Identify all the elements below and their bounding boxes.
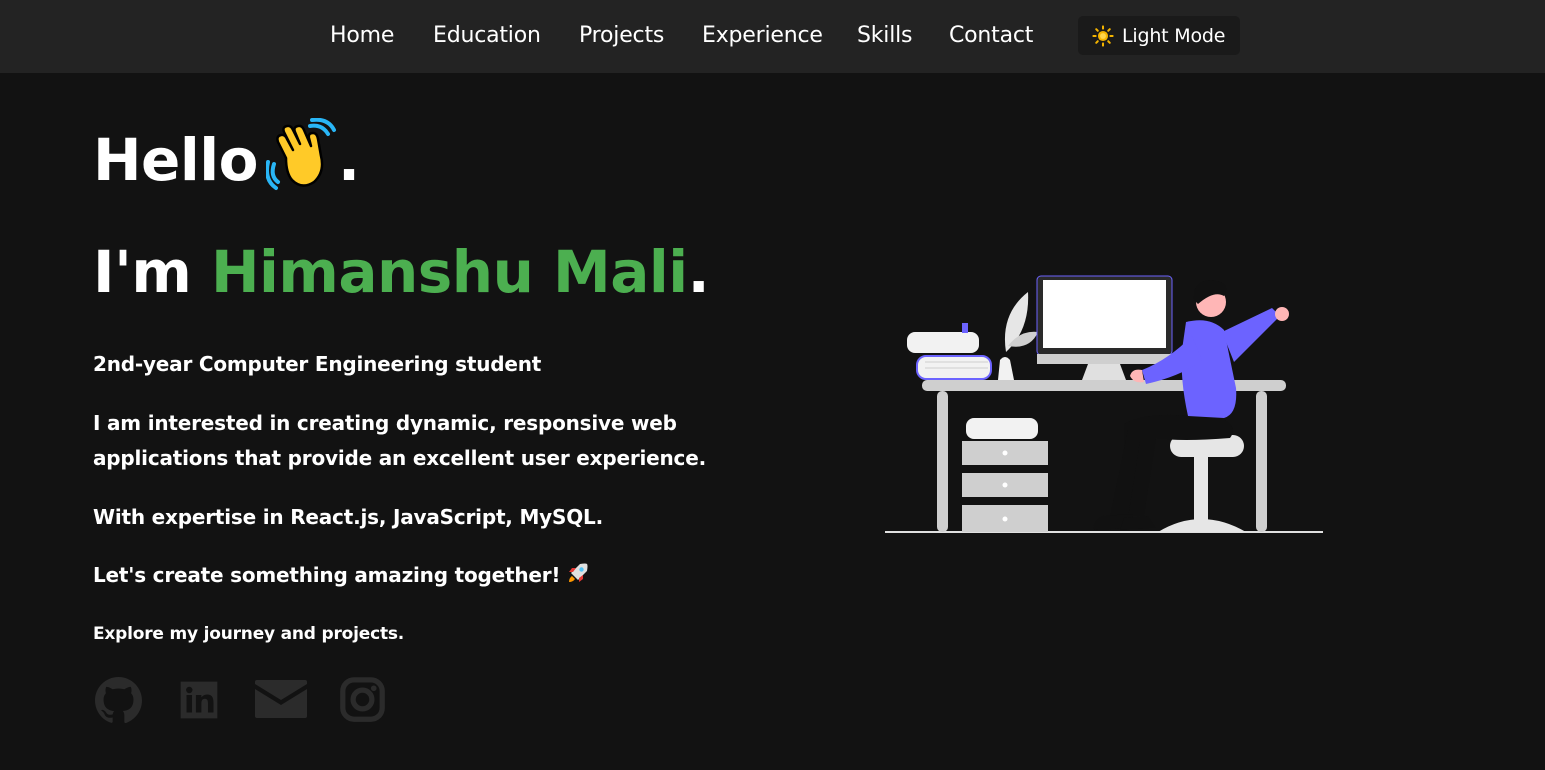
- theme-toggle-button[interactable]: Light Mode: [1078, 16, 1240, 55]
- book-top: [907, 332, 979, 353]
- email-link[interactable]: [255, 680, 307, 718]
- rocket-icon: [569, 563, 588, 582]
- about-line-4: Let's create something amazing together!: [93, 558, 733, 593]
- about-line-3: With expertise in React.js, JavaScript, …: [93, 505, 603, 529]
- greeting-period: .: [338, 126, 360, 194]
- instagram-icon: [340, 677, 385, 722]
- instagram-link[interactable]: [340, 677, 385, 722]
- about-line-1: 2nd-year Computer Engineering student: [93, 352, 542, 376]
- explore-text: Explore my journey and projects.: [93, 624, 405, 644]
- nav-projects-link[interactable]: Projects: [579, 21, 664, 51]
- linkedin-icon: [180, 681, 218, 719]
- person-legs: [1124, 414, 1234, 516]
- nav-home-link[interactable]: Home: [330, 21, 394, 51]
- developer-desk-illustration: [885, 275, 1323, 533]
- greeting-heading: Hello .: [93, 118, 360, 200]
- sun-icon: [1092, 24, 1114, 47]
- about-line-2: I am interested in creating dynamic, res…: [93, 411, 706, 470]
- linkedin-link[interactable]: [177, 678, 221, 722]
- monitor-stand: [1082, 364, 1126, 380]
- mail-icon: [255, 680, 307, 718]
- greeting-text: Hello: [93, 126, 259, 194]
- about-line-4-text: Let's create something amazing together!: [93, 563, 561, 587]
- navbar: Home Education Projects Experience Skill…: [0, 0, 1545, 73]
- nav-skills-link[interactable]: Skills: [857, 21, 913, 51]
- person-hand: [1275, 307, 1289, 321]
- nav-education-link[interactable]: Education: [433, 21, 541, 51]
- github-link[interactable]: [94, 676, 143, 725]
- theme-toggle-label: Light Mode: [1122, 24, 1226, 47]
- nav-contact-link[interactable]: Contact: [949, 21, 1033, 51]
- intro-heading: I'm Himanshu Mali.: [93, 234, 710, 310]
- plant-vase: [998, 357, 1014, 380]
- nav-experience-link[interactable]: Experience: [702, 21, 823, 51]
- monitor-screen: [1043, 280, 1166, 348]
- intro-prefix: I'm: [93, 238, 211, 306]
- name-highlight: Himanshu Mali: [210, 238, 688, 306]
- waving-hand-icon: [266, 118, 336, 190]
- intro-period: .: [687, 238, 710, 306]
- github-icon: [95, 677, 142, 724]
